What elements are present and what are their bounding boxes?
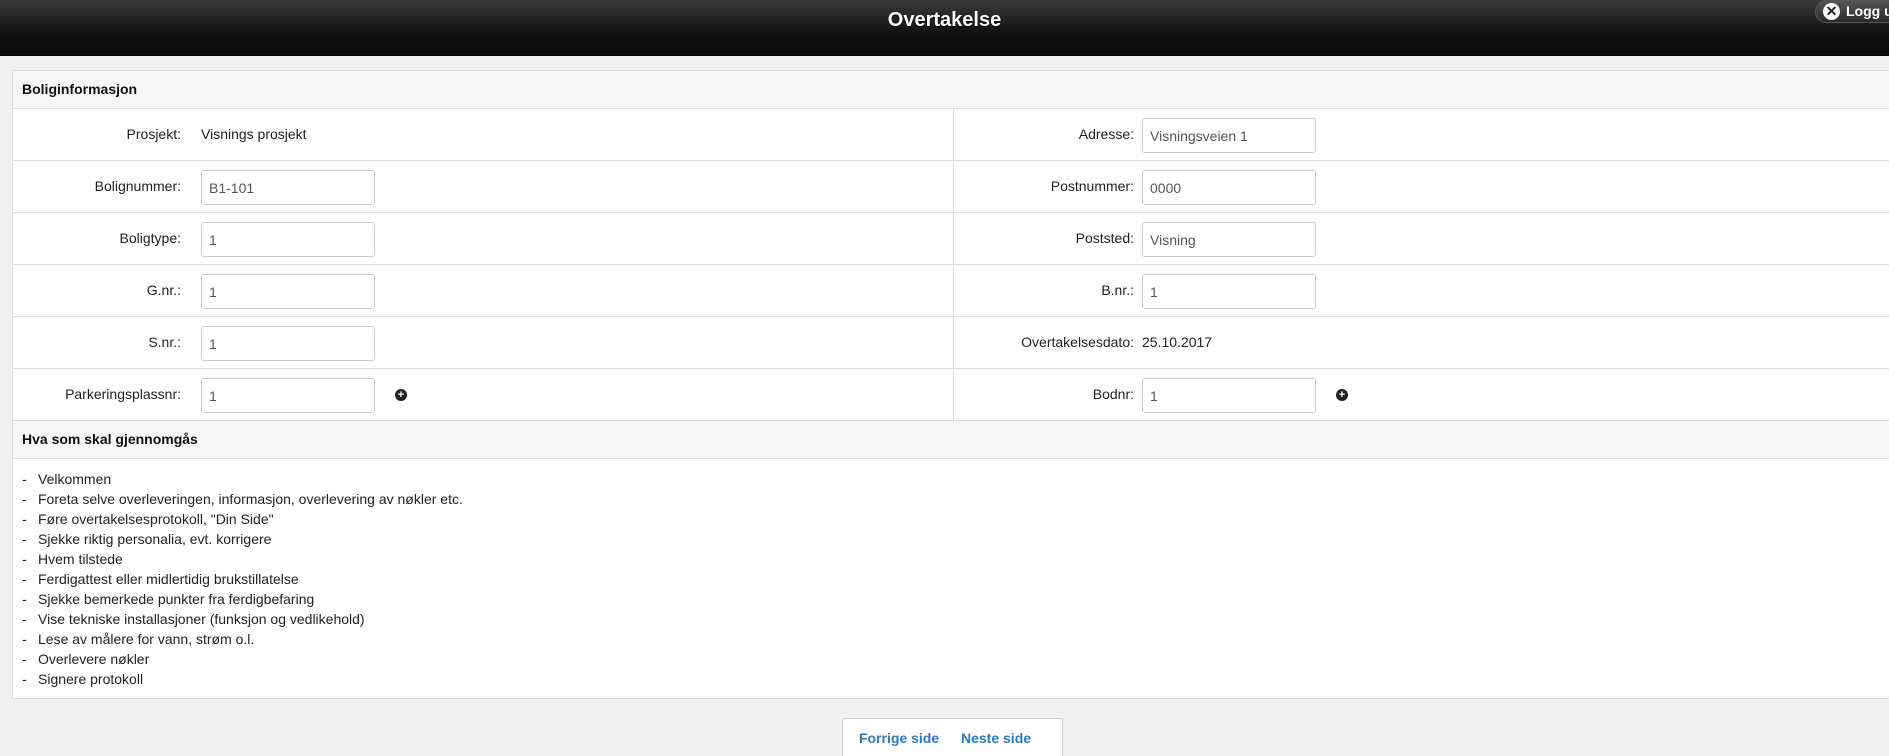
section-heading-boliginfo: Boliginformasjon: [13, 71, 1889, 109]
info-row: Parkeringsplassnr: + Bodnr: +: [13, 369, 1889, 421]
next-page-link[interactable]: Neste side: [961, 730, 1031, 746]
list-item-text: Sjekke bemerkede punkter fra ferdigbefar…: [38, 591, 315, 607]
close-icon: ✕: [1823, 3, 1840, 20]
list-item: - Foreta selve overleveringen, informasjo…: [22, 489, 1889, 509]
overtakelsesdato-label: Overtakelsesdato:: [1021, 334, 1134, 350]
bnr-label: B.nr.:: [1101, 282, 1134, 298]
previous-page-link[interactable]: Forrige side: [859, 730, 939, 746]
bnr-input[interactable]: [1142, 274, 1316, 309]
list-item: - Velkommen: [22, 469, 1889, 489]
gnr-label: G.nr.:: [146, 282, 181, 298]
info-row: Prosjekt: Visnings prosjekt Adresse:: [13, 109, 1889, 161]
add-bod-icon[interactable]: +: [1336, 389, 1348, 401]
list-bullet: -: [22, 531, 27, 547]
top-bar: Overtakelse ✕ Logg ut: [0, 0, 1889, 56]
bodnr-label: Bodnr:: [1092, 386, 1134, 402]
postnummer-label: Postnummer:: [1050, 178, 1134, 194]
logout-button[interactable]: ✕ Logg ut: [1815, 0, 1889, 23]
list-bullet: -: [22, 571, 27, 587]
list-item-text: Vise tekniske installasjoner (funksjon o…: [38, 611, 365, 627]
logout-label: Logg ut: [1846, 3, 1889, 19]
list-item: - Lese av målere for vann, strøm o.l.: [22, 629, 1889, 649]
info-row: Boligtype: Poststed:: [13, 213, 1889, 265]
list-item: - Føre overtakelsesprotokoll, "Din Side": [22, 509, 1889, 529]
main-panel: Boliginformasjon Prosjekt: Visnings pros…: [12, 70, 1889, 699]
pagination: Forrige side Neste side: [842, 718, 1063, 756]
list-item-text: Overlevere nøkler: [38, 651, 150, 667]
list-bullet: -: [22, 631, 27, 647]
snr-input[interactable]: [201, 326, 375, 361]
prosjekt-value: Visnings prosjekt: [201, 126, 307, 142]
list-item: - Ferdigattest eller midlertidig brukstil…: [22, 569, 1889, 589]
agenda-list: - Velkommen - Foreta selve overleveringen,…: [13, 459, 1889, 698]
list-item: - Hvem tilstede: [22, 549, 1889, 569]
list-item-text: Ferdigattest eller midlertidig brukstill…: [38, 571, 299, 587]
gnr-input[interactable]: [201, 274, 375, 309]
list-bullet: -: [22, 491, 27, 507]
list-bullet: -: [22, 651, 27, 667]
bolignummer-input[interactable]: [201, 170, 375, 205]
parkeringsplassnr-input[interactable]: [201, 378, 375, 413]
list-item-text: Signere protokoll: [38, 671, 144, 687]
list-item-text: Velkommen: [38, 471, 112, 487]
overtakelsesdato-value: 25.10.2017: [1142, 334, 1213, 350]
list-item-text: Hvem tilstede: [38, 551, 123, 567]
list-bullet: -: [22, 671, 27, 687]
list-bullet: -: [22, 471, 27, 487]
list-bullet: -: [22, 551, 27, 567]
info-row: S.nr.: Overtakelsesdato: 25.10.2017: [13, 317, 1889, 369]
list-item: - Overlevere nøkler: [22, 649, 1889, 669]
snr-label: S.nr.:: [148, 334, 181, 350]
boligtype-input[interactable]: [201, 222, 375, 257]
list-bullet: -: [22, 591, 27, 607]
list-item: - Vise tekniske installasjoner (funksjon …: [22, 609, 1889, 629]
list-item-text: Foreta selve overleveringen, informasjon…: [38, 491, 463, 507]
section-heading-agenda: Hva som skal gjennomgås: [13, 421, 1889, 459]
adresse-label: Adresse:: [1078, 126, 1134, 142]
list-bullet: -: [22, 511, 27, 527]
info-row: G.nr.: B.nr.:: [13, 265, 1889, 317]
info-row: Bolignummer: Postnummer:: [13, 161, 1889, 213]
boligtype-label: Boligtype:: [119, 230, 181, 246]
page-title: Overtakelse: [887, 9, 1002, 31]
list-item-text: Lese av målere for vann, strøm o.l.: [38, 631, 255, 647]
poststed-input[interactable]: [1142, 222, 1316, 257]
list-item-text: Sjekke riktig personalia, evt. korrigere: [38, 531, 272, 547]
bolignummer-label: Bolignummer:: [94, 178, 181, 194]
bodnr-input[interactable]: [1142, 378, 1316, 413]
prosjekt-label: Prosjekt:: [126, 126, 181, 142]
postnummer-input[interactable]: [1142, 170, 1316, 205]
list-item: - Sjekke riktig personalia, evt. korriger…: [22, 529, 1889, 549]
list-bullet: -: [22, 611, 27, 627]
list-item-text: Føre overtakelsesprotokoll, "Din Side": [38, 511, 274, 527]
adresse-input[interactable]: [1142, 118, 1316, 153]
list-item: - Signere protokoll: [22, 669, 1889, 689]
poststed-label: Poststed:: [1075, 230, 1134, 246]
parkeringsplassnr-label: Parkeringsplassnr:: [65, 386, 181, 402]
add-parkeringsplass-icon[interactable]: +: [395, 389, 407, 401]
list-item: - Sjekke bemerkede punkter fra ferdigbefa…: [22, 589, 1889, 609]
